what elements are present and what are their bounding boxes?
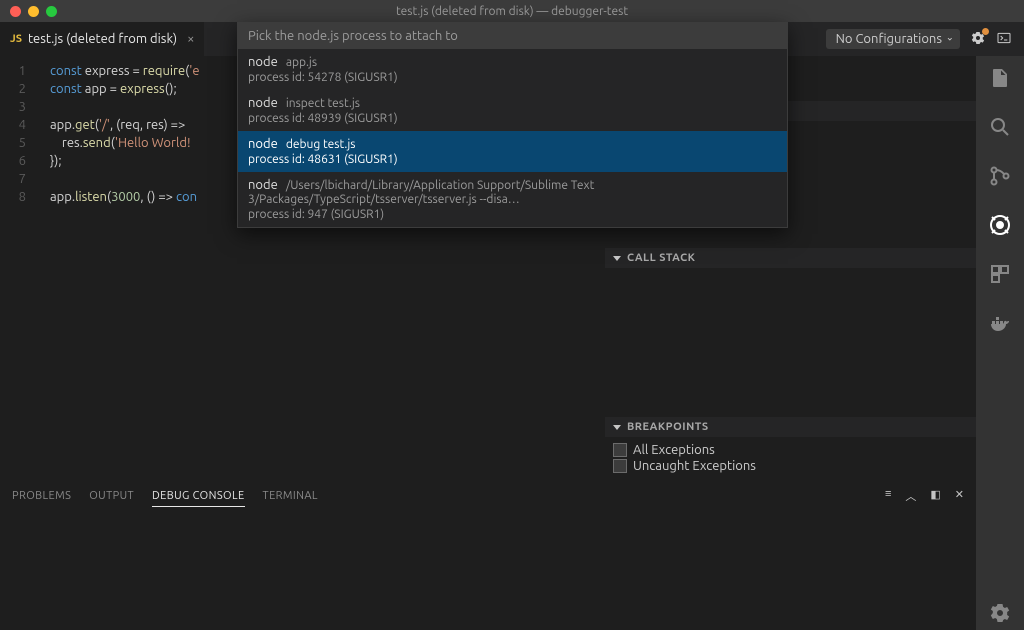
picker-item[interactable]: nodeinspect test.jsprocess id: 48939 (SI… (238, 90, 787, 131)
js-file-icon: JS (10, 33, 22, 45)
maximize-window-button[interactable] (46, 6, 57, 17)
panel-tabs: PROBLEMS OUTPUT DEBUG CONSOLE TERMINAL ≡… (0, 481, 976, 511)
panel-maximize-icon[interactable]: ◧ (930, 488, 940, 504)
picker-item[interactable]: node/Users/lbichard/Library/Application … (238, 172, 787, 227)
bp-all-exceptions[interactable]: All Exceptions (613, 443, 968, 457)
gear-icon[interactable] (970, 30, 986, 49)
tab-debug-console[interactable]: DEBUG CONSOLE (152, 486, 245, 507)
process-picker: Pick the node.js process to attach to no… (237, 22, 788, 228)
config-warning-dot (982, 28, 989, 35)
minimize-window-button[interactable] (28, 6, 39, 17)
tab-label: test.js (deleted from disk) (28, 32, 177, 46)
chevron-down-icon (613, 256, 621, 261)
panel-close-icon[interactable]: ✕ (955, 488, 964, 504)
debug-console-icon[interactable] (996, 30, 1012, 49)
breakpoints-section[interactable]: BREAKPOINTS All Exceptions Uncaught Exce… (605, 416, 976, 481)
debug-icon[interactable] (988, 213, 1012, 240)
close-window-button[interactable] (10, 6, 21, 17)
close-tab-icon[interactable]: × (187, 32, 194, 46)
debug-console-body[interactable]: › (0, 511, 976, 630)
debug-toolbar: No Configurations (814, 22, 1024, 56)
checkbox[interactable] (613, 443, 627, 457)
tab-output[interactable]: OUTPUT (89, 486, 134, 506)
checkbox[interactable] (613, 459, 627, 473)
picker-item[interactable]: nodeapp.jsprocess id: 54278 (SIGUSR1) (238, 49, 787, 90)
editor-tab[interactable]: JS test.js (deleted from disk) × (0, 22, 204, 56)
bp-uncaught-exceptions[interactable]: Uncaught Exceptions (613, 459, 968, 473)
picker-input[interactable]: Pick the node.js process to attach to (238, 23, 787, 49)
activity-bar (976, 56, 1024, 630)
chevron-up-icon[interactable]: ︿ (905, 488, 916, 504)
explorer-icon[interactable] (988, 66, 1012, 93)
chevron-down-icon (613, 425, 621, 430)
docker-icon[interactable] (988, 311, 1012, 338)
tab-terminal[interactable]: TERMINAL (263, 486, 318, 506)
extensions-icon[interactable] (988, 262, 1012, 289)
title-bar: test.js (deleted from disk) — debugger-t… (0, 0, 1024, 22)
traffic-lights (0, 6, 57, 17)
line-gutter: 12345678 (0, 62, 40, 206)
window-title: test.js (deleted from disk) — debugger-t… (0, 5, 1024, 18)
callstack-section[interactable]: CALL STACK (605, 247, 976, 416)
callstack-header: CALL STACK (627, 252, 695, 264)
breakpoints-header: BREAKPOINTS (627, 421, 709, 433)
picker-list: nodeapp.jsprocess id: 54278 (SIGUSR1)nod… (238, 49, 787, 227)
search-icon[interactable] (988, 115, 1012, 142)
filter-icon[interactable]: ≡ (885, 488, 891, 504)
debug-config-dropdown[interactable]: No Configurations (826, 29, 960, 49)
bottom-panel: PROBLEMS OUTPUT DEBUG CONSOLE TERMINAL ≡… (0, 481, 976, 630)
source-control-icon[interactable] (988, 164, 1012, 191)
tab-problems[interactable]: PROBLEMS (12, 486, 71, 506)
picker-item[interactable]: nodedebug test.jsprocess id: 48631 (SIGU… (238, 131, 787, 172)
settings-icon[interactable] (988, 601, 1012, 628)
